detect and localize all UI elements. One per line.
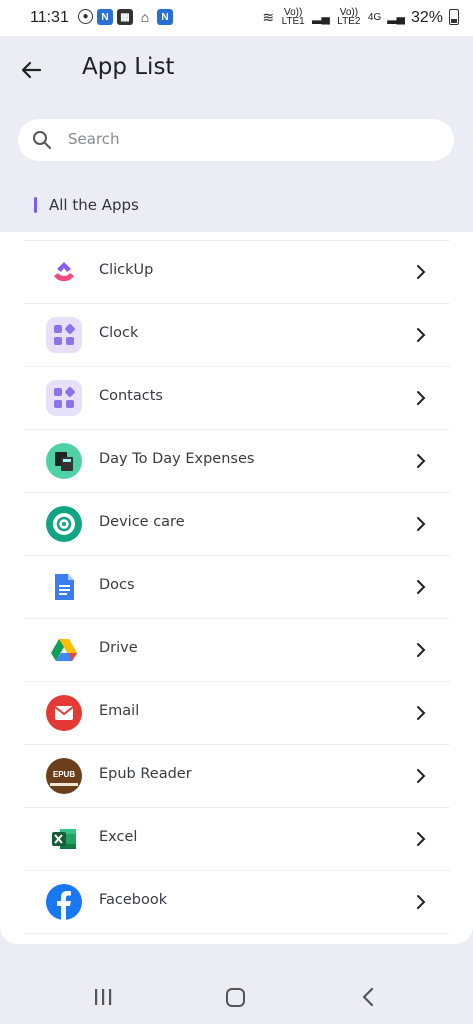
excel-icon (52, 829, 76, 849)
chevron-right-icon (417, 832, 426, 846)
home-icon[interactable] (224, 984, 248, 1010)
app-label: Docs (99, 577, 135, 593)
chevron-right-icon (417, 454, 426, 468)
network-2: Vo)) LTE2 (337, 7, 361, 27)
expenses-icon (46, 443, 82, 479)
photo-notification-icon: ▦ (117, 9, 133, 25)
chevron-right-icon (417, 517, 426, 531)
drive-icon (51, 639, 77, 661)
docs-icon (55, 574, 74, 600)
system-nav-bar (0, 944, 473, 1024)
home-notification-icon: ⌂ (140, 9, 150, 25)
list-item-partial[interactable] (24, 933, 450, 944)
search-input[interactable] (66, 129, 430, 149)
app-label: Epub Reader (99, 766, 192, 782)
device-care-icon (46, 506, 82, 542)
status-bar: 11:31 ● N ▦ ⌂ N ≋ Vo)) LTE1 ▂▄ Vo)) LTE2… (0, 0, 473, 36)
status-right: ≋ Vo)) LTE1 ▂▄ Vo)) LTE2 4G ▂▄ 32% (262, 7, 459, 27)
app-label: Facebook (99, 892, 168, 908)
chevron-right-icon (417, 391, 426, 405)
list-item-facebook[interactable]: Facebook (24, 870, 450, 933)
epub-icon: EPUB (46, 758, 82, 794)
list-item-email[interactable]: Email (24, 681, 450, 744)
signal-icon-2: ▂▄ (387, 9, 405, 24)
list-item-excel[interactable]: Excel (24, 807, 450, 870)
search-icon (33, 131, 51, 149)
vpn-shield-icon: ● (78, 9, 93, 24)
back-button[interactable] (18, 56, 46, 84)
list-item-device-care[interactable]: Device care (24, 492, 450, 555)
app-header: App List All the Apps (0, 36, 473, 232)
search-bar[interactable] (18, 119, 454, 161)
list-item-day-to-day-expenses[interactable]: Day To Day Expenses (24, 429, 450, 492)
network-1: Vo)) LTE1 (281, 7, 305, 27)
wifi-icon: ≋ (262, 8, 275, 25)
list-item-docs[interactable]: Docs (24, 555, 450, 618)
chevron-right-icon (417, 769, 426, 783)
list-item-clock[interactable]: Clock (24, 303, 450, 366)
clock-icon (46, 317, 82, 353)
app-label: Contacts (99, 388, 163, 404)
notification-icons: ● N ▦ ⌂ N (78, 9, 173, 25)
list-item-drive[interactable]: Drive (24, 618, 450, 681)
recents-icon[interactable] (92, 984, 114, 1010)
app-label: Drive (99, 640, 138, 656)
chevron-right-icon (417, 328, 426, 342)
app-notification-icon: N (97, 9, 113, 25)
app-label: Email (99, 703, 140, 719)
email-icon (46, 695, 82, 731)
page-title: App List (82, 54, 175, 80)
battery-icon (449, 9, 459, 25)
chevron-right-icon (417, 706, 426, 720)
app-label: ClickUp (99, 262, 154, 278)
chevron-right-icon (417, 643, 426, 657)
epub-icon-text: EPUB (53, 770, 75, 779)
battery-level: 32% (410, 8, 443, 26)
app-label: Device care (99, 514, 185, 530)
app-label: Clock (99, 325, 139, 341)
status-time: 11:31 (30, 9, 69, 26)
clickup-icon (54, 262, 74, 282)
facebook-icon (46, 884, 82, 920)
signal-icon: ▂▄ (312, 9, 330, 24)
back-icon[interactable] (358, 984, 378, 1010)
list-item-contacts[interactable]: Contacts (24, 366, 450, 429)
section-title: All the Apps (49, 196, 139, 214)
chevron-right-icon (417, 265, 426, 279)
app-notification-icon-2: N (157, 9, 173, 25)
list-item-clickup[interactable]: ClickUp (24, 240, 450, 303)
chevron-right-icon (417, 580, 426, 594)
app-list: ClickUp Clock Contacts Day To Day Expens… (0, 232, 473, 944)
section-accent-bar (34, 197, 37, 213)
app-label: Day To Day Expenses (99, 451, 255, 467)
list-item-epub-reader[interactable]: EPUB Epub Reader (24, 744, 450, 807)
section-header: All the Apps (34, 196, 139, 214)
app-label: Excel (99, 829, 138, 845)
chevron-right-icon (417, 895, 426, 909)
contacts-icon (46, 380, 82, 416)
network-type: 4G (367, 11, 382, 23)
arrow-left-icon (21, 61, 42, 79)
